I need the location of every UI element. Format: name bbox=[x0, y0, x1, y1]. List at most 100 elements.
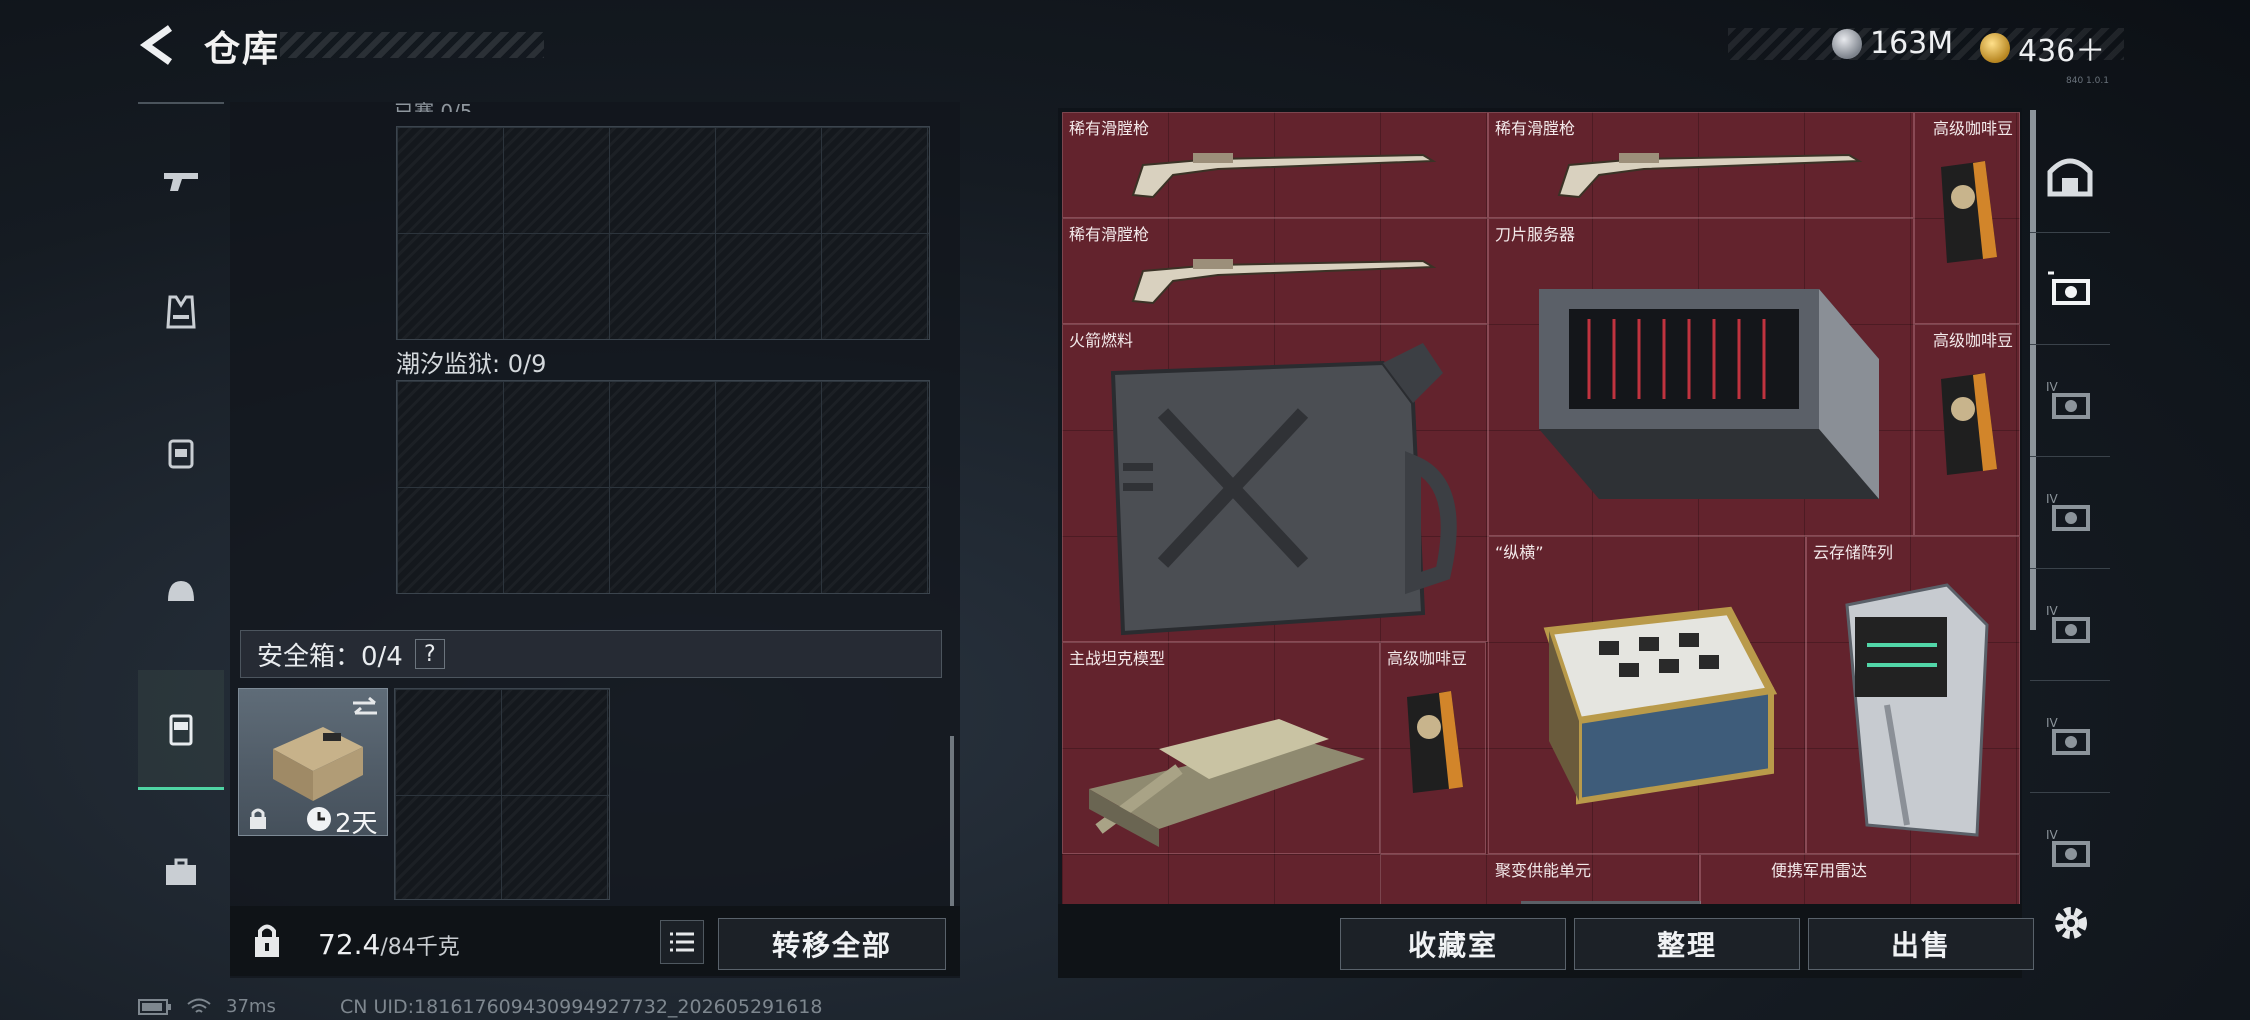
tidal-prison-grid[interactable] bbox=[396, 380, 930, 594]
stash-item-tank-model[interactable]: 主战坦克模型 bbox=[1062, 642, 1380, 854]
stash-item-fusion-unit[interactable]: 聚变供能单元 bbox=[1380, 854, 1701, 904]
swap-icon[interactable] bbox=[349, 695, 381, 721]
item-label: 便携军用雷达 bbox=[1771, 861, 1868, 880]
item-label: 高级咖啡豆 bbox=[1387, 649, 1468, 668]
safe-box-item[interactable]: 2天 bbox=[238, 688, 388, 839]
nav-safebox[interactable] bbox=[138, 670, 224, 790]
nav-armor[interactable] bbox=[138, 252, 224, 372]
nav-helmet[interactable] bbox=[138, 532, 224, 652]
stash-item-coffee-3[interactable]: 高级咖啡豆 bbox=[1380, 642, 1486, 854]
item-label: “纵横” bbox=[1495, 543, 1544, 562]
tab-tier-label: IV bbox=[2046, 716, 2059, 730]
musket-icon bbox=[1557, 153, 1863, 199]
tank-icon bbox=[1089, 719, 1365, 847]
backpack-icon bbox=[168, 439, 194, 469]
stash-item-coffee-2[interactable]: 高级咖啡豆 bbox=[1914, 324, 2020, 536]
ping-text: 37ms bbox=[226, 996, 276, 1017]
nav-backpack[interactable] bbox=[138, 392, 224, 512]
storage-array-icon bbox=[1845, 583, 1989, 837]
stash-item-coffee-1[interactable]: 高级咖啡豆 bbox=[1914, 112, 2020, 324]
item-label: 高级咖啡豆 bbox=[1932, 331, 2013, 350]
left-category-nav bbox=[138, 102, 224, 952]
nav-weapons[interactable] bbox=[138, 122, 224, 242]
list-view-button[interactable] bbox=[660, 920, 704, 964]
musket-icon bbox=[1131, 153, 1437, 199]
back-arrow-icon[interactable] bbox=[136, 22, 182, 68]
server-icon bbox=[1539, 289, 1879, 499]
locked-stash-icon: IV bbox=[2046, 604, 2090, 643]
silver-currency: 163M bbox=[1832, 26, 1953, 61]
stash-item-cloud-storage[interactable]: 云存储阵列 bbox=[1806, 536, 2020, 854]
item-label: 聚变供能单元 bbox=[1495, 861, 1592, 880]
chessboard-icon bbox=[1543, 606, 1778, 805]
safe-box-case-icon bbox=[273, 727, 363, 801]
sell-button[interactable]: 出售 bbox=[1808, 918, 2034, 970]
coffee-bag-icon bbox=[1941, 373, 1997, 475]
vest-icon bbox=[166, 295, 196, 329]
weight-value: 72.4 bbox=[318, 928, 381, 961]
lock-button[interactable] bbox=[238, 912, 296, 970]
gold-coin-icon bbox=[1980, 33, 2010, 63]
tab-tier-label: IV bbox=[2046, 828, 2059, 842]
helmet-icon bbox=[168, 581, 194, 601]
nav-toolbox[interactable] bbox=[138, 812, 224, 932]
tidal-prison-label: 潮汐监狱: 0/9 bbox=[396, 350, 547, 378]
collection-room-button[interactable]: 收藏室 bbox=[1340, 918, 1566, 970]
organize-button[interactable]: 整理 bbox=[1574, 918, 1800, 970]
left-scrollbar[interactable] bbox=[950, 736, 954, 906]
gold-currency[interactable]: 436＋ bbox=[1980, 26, 2105, 70]
clock-icon bbox=[307, 807, 331, 831]
musket-icon bbox=[1131, 259, 1437, 305]
pistol-icon bbox=[164, 173, 198, 191]
stash-item-musket-3[interactable]: 稀有滑膛枪 bbox=[1062, 218, 1488, 324]
locked-stash-icon: IV bbox=[2046, 828, 2090, 867]
help-glyph: ? bbox=[424, 641, 436, 667]
tab-stash-3[interactable]: IV bbox=[2030, 456, 2110, 568]
stash-item-blade-server[interactable]: 刀片服务器 bbox=[1488, 218, 1914, 536]
fusion-unit-icon bbox=[1521, 901, 1701, 904]
stash-item-musket-2[interactable]: 稀有滑膛枪 bbox=[1488, 112, 1914, 218]
transfer-all-button[interactable]: 转移全部 bbox=[718, 918, 946, 970]
page-title: 仓库 bbox=[204, 29, 281, 70]
tab-tier-label: IV bbox=[2046, 380, 2059, 394]
locked-stash-icon: IV bbox=[2046, 716, 2090, 755]
stash-item-musket-1[interactable]: 稀有滑膛枪 bbox=[1062, 112, 1488, 218]
gold-amount: 436＋ bbox=[2018, 34, 2106, 69]
nav-top-line bbox=[138, 102, 224, 104]
tab-stash-2[interactable]: IV bbox=[2030, 344, 2110, 456]
stash-item-chess-set[interactable]: “纵横” bbox=[1488, 536, 1806, 854]
locked-stash-icon: IV bbox=[2046, 492, 2090, 531]
version-text: 840 1.0.1 bbox=[2066, 76, 2109, 86]
settings-gear-icon[interactable] bbox=[2046, 898, 2096, 948]
vault-icon bbox=[2047, 158, 2093, 197]
container-grid-top[interactable] bbox=[396, 126, 930, 340]
safe-box-header: 安全箱：0/4 ? bbox=[240, 630, 942, 678]
case-icon bbox=[169, 714, 193, 745]
status-footer: 37ms bbox=[138, 996, 276, 1017]
lock-small-icon bbox=[250, 808, 266, 829]
stash-item-rocket-fuel[interactable]: 火箭燃料 bbox=[1062, 324, 1488, 642]
tab-stash-5[interactable]: IV bbox=[2030, 680, 2110, 792]
coffee-bag-icon bbox=[1941, 161, 1997, 263]
stash-grid[interactable]: 稀有滑膛枪 稀有滑膛枪 高级咖啡豆 稀有滑膛枪 刀片服务器 高级咖啡豆 火箭燃料… bbox=[1062, 112, 2020, 904]
tab-tier-label: IV bbox=[2046, 604, 2059, 618]
title-stripe bbox=[280, 32, 544, 58]
item-label: 刀片服务器 bbox=[1495, 225, 1576, 244]
safe-box-grid[interactable] bbox=[394, 688, 610, 900]
tab-tier-label: IV bbox=[2046, 492, 2059, 506]
tab-stash-1[interactable] bbox=[2030, 232, 2110, 344]
battery-icon bbox=[138, 998, 171, 1015]
tab-stash-4[interactable]: IV bbox=[2030, 568, 2110, 680]
weight-display: 72.4/84千克 bbox=[318, 928, 460, 961]
uid-text: CN UID:181617609430994927732_20260529161… bbox=[340, 996, 823, 1018]
locked-stash-icon: IV bbox=[2046, 380, 2090, 419]
lock-icon bbox=[255, 924, 279, 957]
item-label: 主战坦克模型 bbox=[1069, 649, 1166, 668]
stash-page-tabs: IV IV IV IV IV bbox=[2030, 120, 2110, 920]
stash-item-portable-radar[interactable]: 便携军用雷达 bbox=[1700, 854, 2020, 904]
tab-home[interactable] bbox=[2030, 120, 2110, 232]
help-icon[interactable]: ? bbox=[414, 639, 445, 669]
safe-box-time: 2天 bbox=[335, 809, 378, 839]
tab-stash-6[interactable]: IV bbox=[2030, 792, 2110, 904]
item-label: 高级咖啡豆 bbox=[1932, 119, 2013, 138]
